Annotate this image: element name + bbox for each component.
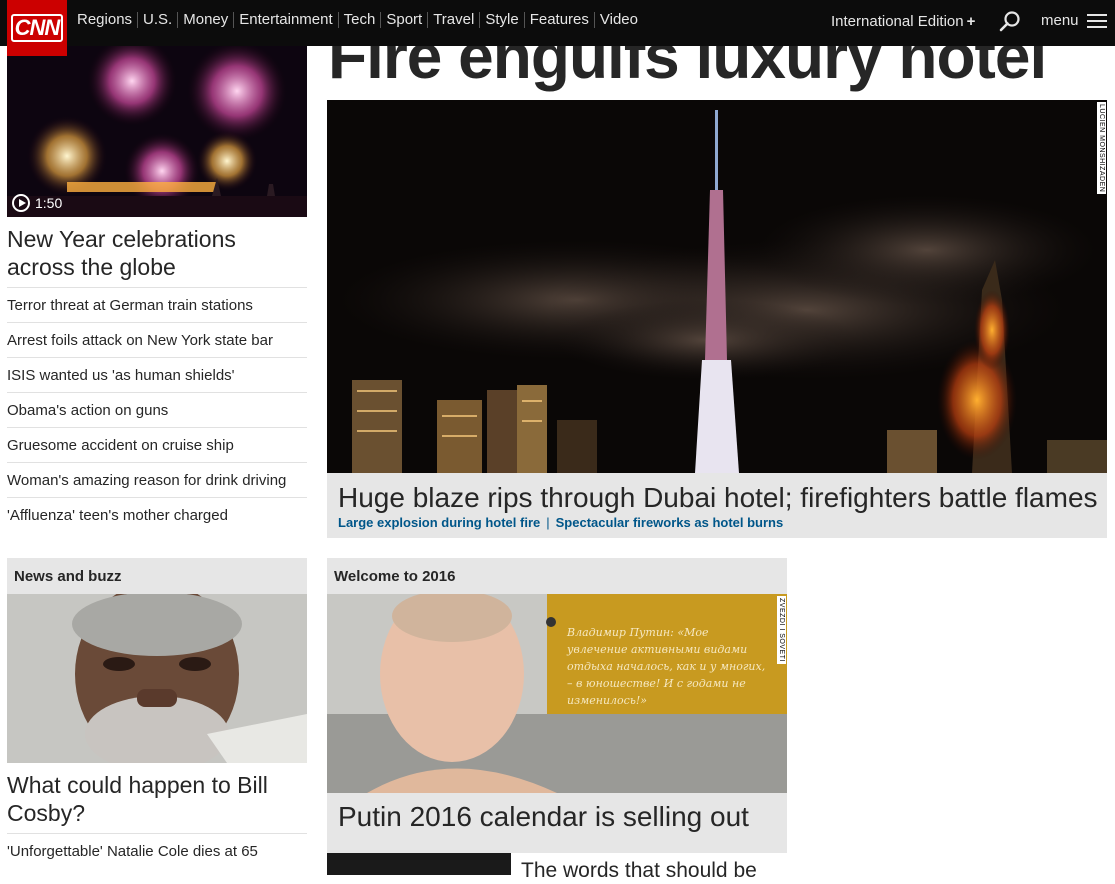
- list-item[interactable]: 'Unforgettable' Natalie Cole dies at 65: [7, 833, 307, 868]
- nav-link-video[interactable]: Video: [595, 12, 643, 28]
- fireworks-image: [7, 46, 307, 217]
- list-item[interactable]: ISIS wanted us 'as human shields': [7, 357, 307, 392]
- menu-label: menu: [1041, 12, 1079, 29]
- nav-link-sport[interactable]: Sport: [381, 12, 429, 28]
- separator: |: [546, 515, 550, 530]
- list-item[interactable]: Terror threat at German train stations: [7, 287, 307, 322]
- nav-link-money[interactable]: Money: [178, 12, 235, 28]
- nav-link-style[interactable]: Style: [480, 12, 525, 28]
- related-link[interactable]: Large explosion during hotel fire: [338, 515, 540, 530]
- fireworks-video-thumbnail[interactable]: 1:50: [7, 46, 307, 217]
- nav-links: Regions U.S. Money Entertainment Tech Sp…: [77, 12, 643, 28]
- edition-selector[interactable]: International Edition +: [831, 13, 975, 30]
- nav-link-travel[interactable]: Travel: [428, 12, 481, 28]
- left-headline-link[interactable]: New Year celebrations across the globe: [7, 225, 307, 281]
- nav-link-entertainment[interactable]: Entertainment: [234, 12, 339, 28]
- edition-label: International Edition: [831, 13, 964, 30]
- secondary-headline-link[interactable]: The words that should be: [521, 858, 757, 884]
- left-story-list: Terror threat at German train stations A…: [7, 287, 307, 532]
- hero-caption: Huge blaze rips through Dubai hotel; fir…: [327, 473, 1107, 538]
- section-header-welcome-2016: Welcome to 2016: [327, 558, 787, 594]
- section-header-news-buzz: News and buzz: [7, 558, 307, 594]
- cosby-image[interactable]: [7, 594, 307, 763]
- hero-title-link[interactable]: Huge blaze rips through Dubai hotel; fir…: [338, 482, 1098, 514]
- search-icon[interactable]: [998, 10, 1022, 34]
- list-item[interactable]: Arrest foils attack on New York state ba…: [7, 322, 307, 357]
- nav-link-us[interactable]: U.S.: [138, 12, 179, 28]
- list-item[interactable]: Woman's amazing reason for drink driving: [7, 462, 307, 497]
- calendar-quote: Владимир Путин: «Мое увлечение активными…: [567, 626, 766, 707]
- menu-button[interactable]: menu: [1041, 12, 1107, 29]
- welcome-caption: Putin 2016 calendar is selling out: [327, 793, 787, 853]
- nav-link-tech[interactable]: Tech: [339, 12, 382, 28]
- plus-icon: +: [966, 13, 976, 30]
- list-item[interactable]: Gruesome accident on cruise ship: [7, 427, 307, 462]
- secondary-thumbnail[interactable]: [327, 853, 511, 875]
- list-item[interactable]: 'Affluenza' teen's mother charged: [7, 497, 307, 532]
- play-icon: [12, 194, 30, 212]
- buzz-story-list: 'Unforgettable' Natalie Cole dies at 65: [7, 833, 307, 868]
- video-duration: 1:50: [35, 195, 63, 211]
- video-badge: 1:50: [12, 194, 62, 212]
- buzz-headline-link[interactable]: What could happen to Bill Cosby?: [7, 771, 307, 827]
- logo-text: CNN: [10, 14, 64, 42]
- nav-link-regions[interactable]: Regions: [77, 12, 139, 28]
- dubai-fire-image: [327, 100, 1107, 473]
- cosby-photo: [7, 594, 307, 763]
- putin-calendar-image[interactable]: Владимир Путин: «Мое увлечение активными…: [327, 594, 787, 793]
- hero-image[interactable]: LUCIEN MONSHIZADEN: [327, 100, 1107, 473]
- related-links: Large explosion during hotel fire | Spec…: [338, 515, 783, 530]
- cnn-logo[interactable]: CNN: [7, 0, 67, 56]
- related-link[interactable]: Spectacular fireworks as hotel burns: [556, 515, 784, 530]
- hamburger-icon: [1086, 13, 1107, 28]
- welcome-title-link[interactable]: Putin 2016 calendar is selling out: [338, 800, 749, 834]
- photo-credit: ZVEZDI I SOVETI: [777, 596, 786, 664]
- list-item[interactable]: Obama's action on guns: [7, 392, 307, 427]
- nav-link-features[interactable]: Features: [525, 12, 595, 28]
- top-nav: Regions U.S. Money Entertainment Tech Sp…: [0, 0, 1115, 46]
- photo-credit: LUCIEN MONSHIZADEN: [1097, 102, 1106, 195]
